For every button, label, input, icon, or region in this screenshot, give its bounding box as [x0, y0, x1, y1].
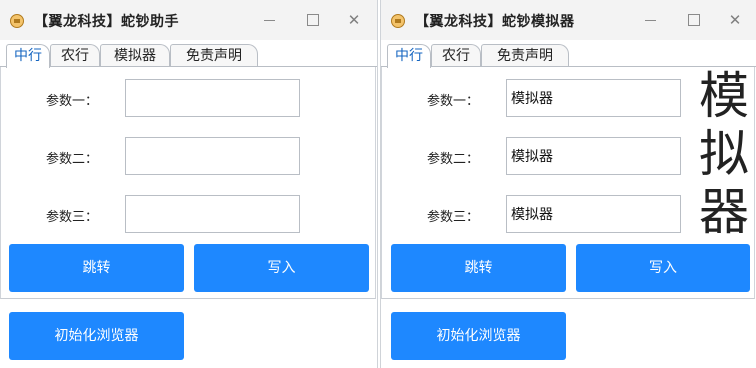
tab-panel: 参数一： 参数二： 参数三： 模 拟 器 跳转 写入 初始化浏览器 [381, 67, 756, 368]
tab-nonghang[interactable]: 农行 [431, 44, 481, 66]
param2-input[interactable] [125, 137, 300, 175]
param2-label: 参数二： [46, 152, 99, 167]
param2-label: 参数二： [427, 152, 480, 167]
param1-label: 参数一： [427, 94, 480, 109]
window-title: 【翼龙科技】蛇钞助手 [34, 14, 179, 30]
tab-nonghang[interactable]: 农行 [50, 44, 100, 66]
coin-app-icon [391, 14, 405, 28]
tab-simulator[interactable]: 模拟器 [100, 44, 170, 66]
tab-strip: 中行 农行 模拟器 免责声明 [0, 44, 377, 68]
side-char: 器 [699, 183, 749, 241]
param1-label: 参数一： [46, 94, 99, 109]
tab-zhonghang[interactable]: 中行 [387, 44, 431, 68]
param3-input[interactable] [125, 195, 300, 233]
side-char: 拟 [699, 125, 749, 183]
tab-disclaimer[interactable]: 免责声明 [481, 44, 569, 66]
jump-button[interactable]: 跳转 [9, 244, 184, 292]
param3-input[interactable] [506, 195, 681, 233]
simulator-window: 【翼龙科技】蛇钞模拟器 ✕ 中行 农行 免责声明 参数一： 参数二： 参数三： … [380, 0, 756, 368]
coin-app-icon [10, 14, 24, 28]
param2-input[interactable] [506, 137, 681, 175]
init-browser-button[interactable]: 初始化浏览器 [9, 312, 184, 360]
param3-label: 参数三： [427, 210, 480, 225]
write-button[interactable]: 写入 [194, 244, 369, 292]
write-button[interactable]: 写入 [576, 244, 750, 292]
init-browser-button[interactable]: 初始化浏览器 [391, 312, 566, 360]
close-icon[interactable]: ✕ [343, 9, 365, 31]
jump-button[interactable]: 跳转 [391, 244, 566, 292]
minimize-icon[interactable] [639, 9, 661, 31]
param1-input[interactable] [506, 79, 681, 117]
maximize-icon[interactable] [683, 9, 705, 31]
helper-window: 【翼龙科技】蛇钞助手 ✕ 中行 农行 模拟器 免责声明 参数一： 参数二： 参数… [0, 0, 378, 368]
tab-zhonghang[interactable]: 中行 [6, 44, 50, 68]
close-icon[interactable]: ✕ [724, 9, 746, 31]
title-bar[interactable]: 【翼龙科技】蛇钞助手 ✕ [0, 0, 377, 40]
title-bar[interactable]: 【翼龙科技】蛇钞模拟器 ✕ [381, 0, 756, 40]
tab-strip: 中行 农行 免责声明 [381, 44, 756, 68]
side-char: 模 [699, 67, 749, 125]
maximize-icon[interactable] [302, 9, 324, 31]
window-title: 【翼龙科技】蛇钞模拟器 [415, 14, 575, 30]
param1-input[interactable] [125, 79, 300, 117]
tab-panel: 参数一： 参数二： 参数三： 跳转 写入 初始化浏览器 [0, 67, 377, 368]
simulator-vertical-text: 模 拟 器 [693, 67, 755, 241]
minimize-icon[interactable] [258, 9, 280, 31]
param3-label: 参数三： [46, 210, 99, 225]
tab-disclaimer[interactable]: 免责声明 [170, 44, 258, 66]
